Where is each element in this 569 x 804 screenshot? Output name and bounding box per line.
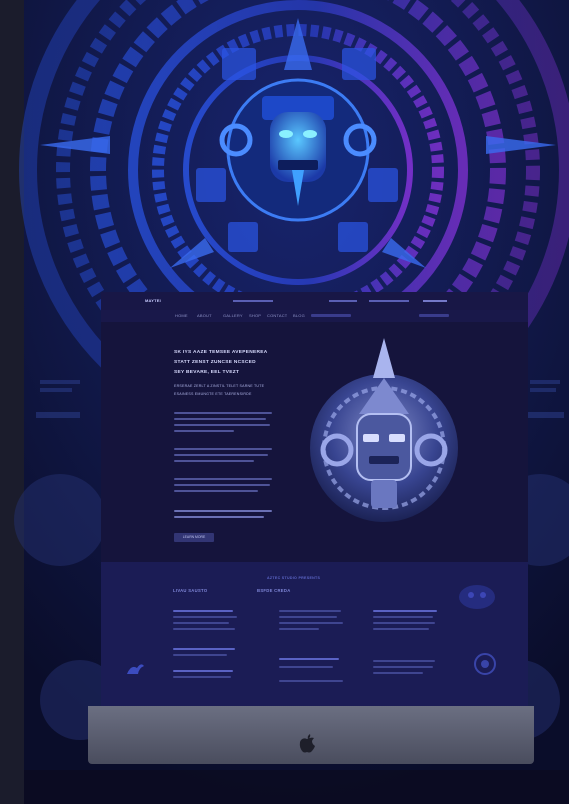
hero-subtitle-line-2: ESAINESS EMUNGTE ETE TAERENSIRDE [174,392,252,396]
nav-item-shop[interactable]: SHOP [249,313,261,318]
nav-highlight-2 [419,314,449,317]
paragraph-line [174,510,272,512]
footer-heading-left: LIVAU SAUSTO [173,588,208,593]
header-bar-1 [233,300,273,302]
footer-text-line [173,610,233,612]
footer-text-line [173,670,233,672]
site-logo[interactable]: MAYTEI [145,298,161,303]
hero-title-line-3: SEY BEVARE, EEL TVEZT [174,370,240,375]
aztec-mask-icon [310,338,458,522]
hero-title-line-1: SK IYS AAZE TEMSEE AVEPENEREA [174,350,268,355]
paragraph-line [174,424,270,426]
paragraph-line [174,490,258,492]
footer-text-line [173,654,227,656]
nav-item-blog[interactable]: BLOG [293,313,305,318]
header-bar-2 [329,300,357,302]
paragraph-line [174,478,272,480]
nav-highlight [311,314,351,317]
hero-subtitle-line-1: ERSERAE ZERLT A ZINSTIL TELET SARNE TUTE [174,384,265,388]
footer-banner: AZTEC STUDIO PRESENTS [267,576,321,580]
footer-text-line [279,658,339,660]
footer-text-line [373,622,435,624]
nav-item-home[interactable]: HOME [175,313,188,318]
footer-text-line [173,676,231,678]
paragraph-line [174,484,270,486]
site-header: MAYTEI [101,292,528,311]
header-bar-4 [423,300,447,302]
bird-glyph-icon [127,664,144,674]
footer-mask-glyph-icon [459,585,495,609]
site-footer: AZTEC STUDIO PRESENTS LIVAU SAUSTO BSFDE… [101,562,528,706]
nav-item-about[interactable]: ABOUT [197,313,212,318]
footer-text-line [173,648,235,650]
header-bar-3 [369,300,409,302]
paragraph-line [174,516,264,518]
footer-text-line [173,616,237,618]
footer-text-line [279,628,319,630]
footer-text-line [373,672,423,674]
nav-item-contact[interactable]: CONTACT [267,313,287,318]
footer-text-line [279,680,343,682]
learn-more-button[interactable]: LEARN MORE [174,533,214,542]
nav-item-gallery[interactable]: GALLERY [223,313,243,318]
paragraph-line [174,448,272,450]
footer-text-line [279,666,333,668]
footer-text-line [373,666,433,668]
footer-text-line [373,616,433,618]
footer-text-line [279,622,343,624]
paragraph-line [174,454,268,456]
footer-text-line [173,628,235,630]
footer-text-line [373,628,429,630]
paragraph-line [174,430,234,432]
paragraph-line [174,418,266,420]
apple-logo-icon [299,734,315,753]
paragraph-line [174,412,272,414]
paragraph-line [174,460,254,462]
footer-text-line [373,660,435,662]
footer-text-line [373,610,437,612]
footer-text-line [279,610,341,612]
footer-text-line [279,616,337,618]
hero-title-line-2: STATT ZENST ZUNCSE NCSCED [174,360,256,365]
footer-emblem-icon [474,653,496,675]
footer-text-line [173,622,229,624]
footer-heading-mid: BSFDE CREDA [257,588,291,593]
